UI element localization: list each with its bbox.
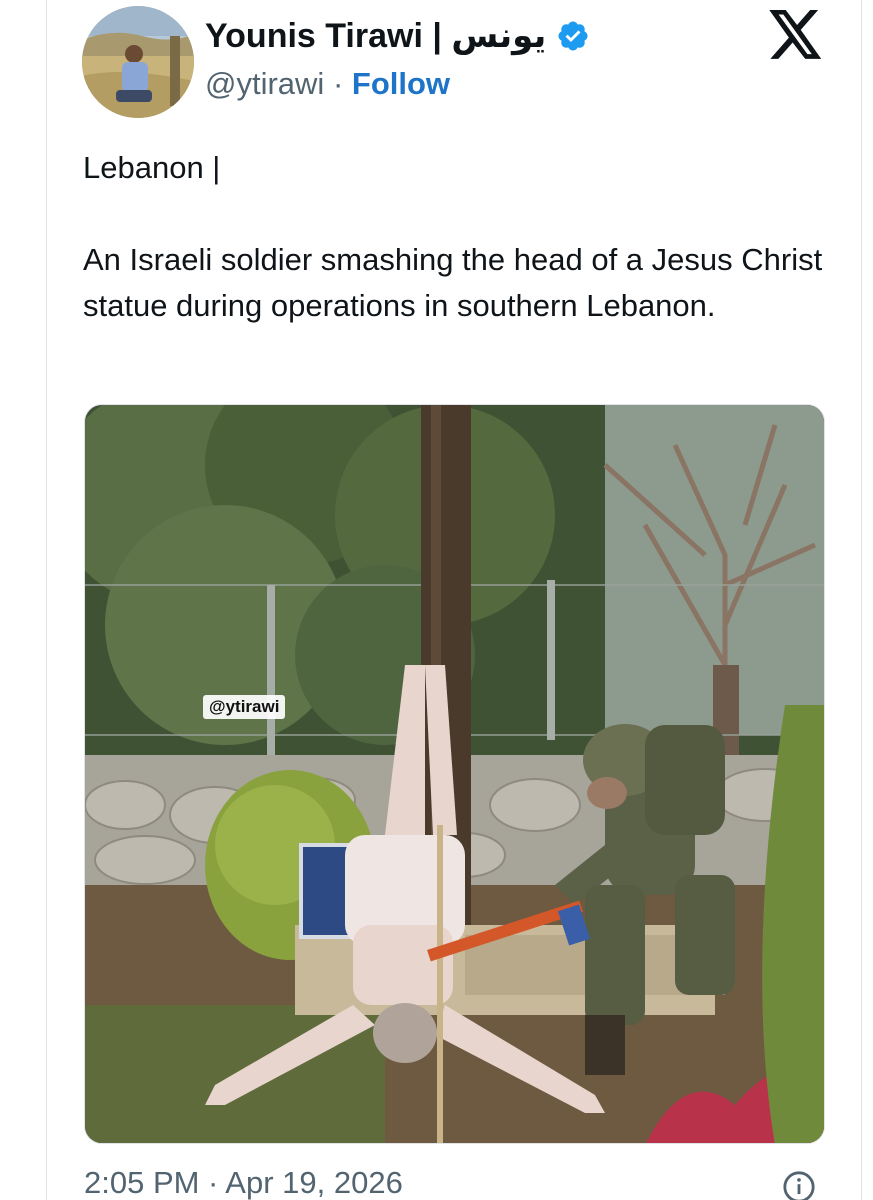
tweet-line-location: Lebanon | [83,150,221,185]
display-name[interactable]: Younis Tirawi | يونس [205,16,546,56]
avatar[interactable] [82,6,194,118]
separator-dot: · [332,66,344,101]
tweet-photo[interactable]: @ytirawi [84,404,825,1144]
x-logo-icon[interactable] [768,10,824,60]
display-name-row[interactable]: Younis Tirawi | يونس [205,16,590,56]
tweet-embed-page: Younis Tirawi | يونس @ytirawi · Follow L… [0,0,873,1200]
photo-scene [85,405,824,1143]
tweet-line-body: An Israeli soldier smashing the head of … [83,242,823,323]
tweet-text: Lebanon | An Israeli soldier smashing th… [83,145,823,329]
photo-watermark: @ytirawi [203,695,286,719]
info-icon[interactable] [782,1170,816,1200]
tweet-timestamp[interactable]: 2:05 PM · Apr 19, 2026 [84,1165,403,1200]
handle-row: @ytirawi · Follow [205,66,450,102]
verified-badge-icon [558,21,588,51]
handle[interactable]: @ytirawi [205,66,324,101]
follow-button[interactable]: Follow [352,66,450,101]
